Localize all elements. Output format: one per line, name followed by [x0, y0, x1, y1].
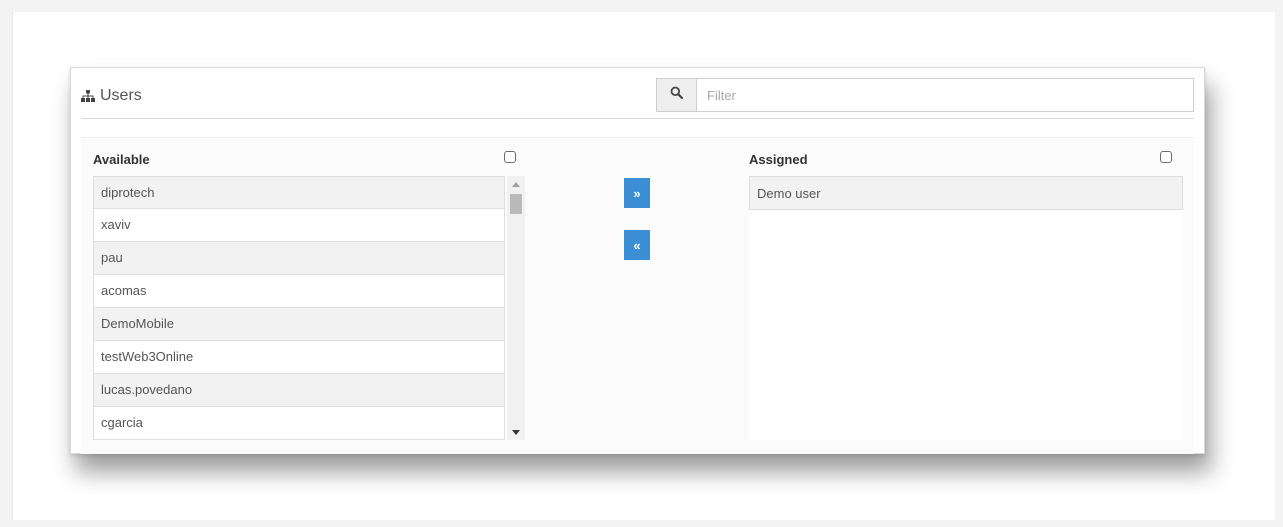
panel-title: Users	[81, 85, 142, 107]
filter-input[interactable]	[697, 79, 1193, 111]
dual-list: Available diprotech xaviv pau acomas DemoMob…	[81, 137, 1194, 454]
assigned-list-item[interactable]: Demo user	[749, 176, 1183, 210]
available-list-item[interactable]: diprotech	[93, 176, 505, 209]
panel-header: Users	[81, 77, 1194, 119]
available-list-item[interactable]: lucas.povedano	[93, 374, 505, 407]
scrollbar-thumb[interactable]	[510, 194, 522, 214]
available-list-item[interactable]: DemoMobile	[93, 308, 505, 341]
available-list-item[interactable]: cgarcia	[93, 407, 505, 440]
filter-group	[656, 78, 1194, 112]
available-list-item[interactable]: testWeb3Online	[93, 341, 505, 374]
assigned-list: Demo user	[749, 176, 1183, 440]
users-panel: Users Available diprotechxavivpauacomasD…	[70, 67, 1205, 454]
scroll-down-arrow-icon[interactable]	[507, 424, 525, 440]
assigned-title: Assigned	[749, 152, 808, 167]
sitemap-icon	[81, 90, 95, 102]
available-scrollbar[interactable]	[507, 176, 525, 440]
available-title: Available	[93, 152, 150, 167]
available-list-item[interactable]: pau	[93, 242, 505, 275]
search-button[interactable]	[657, 79, 697, 111]
panel-title-text: Users	[100, 87, 142, 104]
available-select-all-checkbox[interactable]	[504, 151, 516, 163]
move-left-button[interactable]: «	[624, 230, 650, 260]
search-icon	[670, 86, 684, 104]
available-list-item[interactable]: xaviv	[93, 209, 505, 242]
available-list: diprotech xaviv pau acomas DemoMobile testWeb…	[93, 176, 505, 440]
scroll-up-arrow-icon[interactable]	[507, 176, 525, 192]
move-right-button[interactable]: »	[624, 178, 650, 208]
page-frame: Users Available diprotechxavivpauacomasD…	[12, 12, 1275, 520]
assigned-select-all-checkbox[interactable]	[1160, 151, 1172, 163]
available-list-item[interactable]: acomas	[93, 275, 505, 308]
